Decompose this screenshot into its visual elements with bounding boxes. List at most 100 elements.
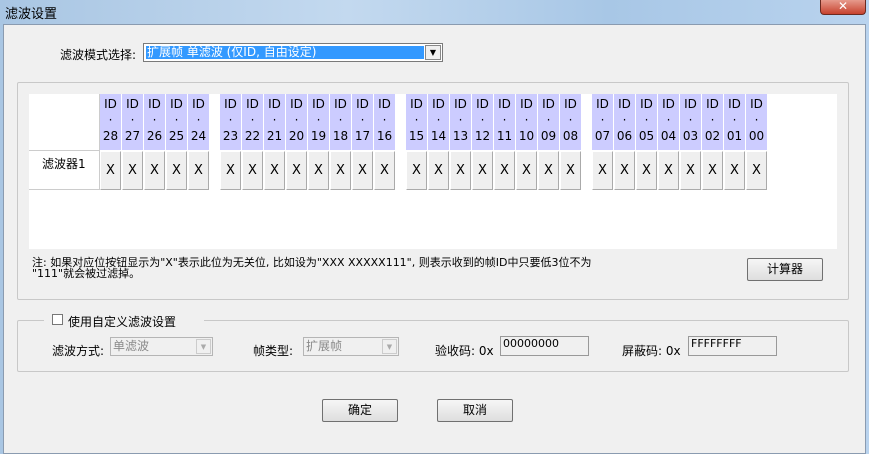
bit-prefix: ID xyxy=(618,97,631,111)
bit-number: 17 xyxy=(354,129,371,143)
bit-prefix: ID xyxy=(728,97,741,111)
bit-prefix: ID xyxy=(432,97,445,111)
bit-toggle-23[interactable]: X xyxy=(220,151,241,190)
bit-prefix: ID xyxy=(312,97,325,111)
bit-number: 14 xyxy=(430,129,447,143)
bit-header-17: ID · 17 xyxy=(352,94,373,150)
bit-toggle-12[interactable]: X xyxy=(472,151,493,190)
bit-number: 26 xyxy=(146,129,163,143)
bit-prefix: ID xyxy=(104,97,117,111)
bit-header-10: ID · 10 xyxy=(516,94,537,150)
bit-prefix: ID xyxy=(564,97,577,111)
bit-toggle-19[interactable]: X xyxy=(308,151,329,190)
bit-prefix: ID xyxy=(706,97,719,111)
bit-toggle-21[interactable]: X xyxy=(264,151,285,190)
custom-filter-label: 使用自定义滤波设置 xyxy=(68,315,177,329)
bit-prefix: ID xyxy=(410,97,423,111)
bit-toggle-09[interactable]: X xyxy=(538,151,559,190)
bit-header-14: ID · 14 xyxy=(428,94,449,150)
bit-number: 04 xyxy=(660,129,677,143)
calculator-button[interactable]: 计算器 xyxy=(747,258,823,281)
bit-toggle-27[interactable]: X xyxy=(122,151,143,190)
bit-number: 23 xyxy=(222,129,239,143)
bit-prefix: ID xyxy=(224,97,237,111)
mask-code-input[interactable]: FFFFFFFF xyxy=(688,336,777,356)
bit-prefix: ID xyxy=(640,97,653,111)
bit-toggle-26[interactable]: X xyxy=(144,151,165,190)
bit-toggle-16[interactable]: X xyxy=(374,151,395,190)
bit-prefix: ID xyxy=(126,97,139,111)
bit-prefix: ID xyxy=(356,97,369,111)
bit-toggle-17[interactable]: X xyxy=(352,151,373,190)
frame-type-label: 帧类型: xyxy=(253,344,294,358)
chevron-down-icon: ▼ xyxy=(196,339,211,354)
filter-type-label: 滤波方式: xyxy=(52,344,105,358)
bit-prefix: ID xyxy=(476,97,489,111)
filter-type-select[interactable]: 单滤波 ▼ xyxy=(110,337,213,356)
bit-toggle-07[interactable]: X xyxy=(592,151,613,190)
bit-toggle-18[interactable]: X xyxy=(330,151,351,190)
bit-header-09: ID · 09 xyxy=(538,94,559,150)
custom-filter-checkbox[interactable] xyxy=(52,314,63,325)
filter-mode-select[interactable]: 扩展帧 单滤波 (仅ID, 自由设定) ▼ xyxy=(143,43,443,62)
bit-toggle-24[interactable]: X xyxy=(188,151,209,190)
row-label-filter1: 滤波器1 xyxy=(42,157,86,171)
cancel-button[interactable]: 取消 xyxy=(437,399,513,422)
bit-prefix: ID xyxy=(148,97,161,111)
bit-toggle-13[interactable]: X xyxy=(450,151,471,190)
bit-header-03: ID · 03 xyxy=(680,94,701,150)
bit-toggle-00[interactable]: X xyxy=(746,151,767,190)
bit-toggle-02[interactable]: X xyxy=(702,151,723,190)
bit-number: 25 xyxy=(168,129,185,143)
bit-toggle-11[interactable]: X xyxy=(494,151,515,190)
bit-header-18: ID · 18 xyxy=(330,94,351,150)
bit-prefix: ID xyxy=(750,97,763,111)
bit-header-01: ID · 01 xyxy=(724,94,745,150)
bit-prefix: ID xyxy=(520,97,533,111)
bit-header-02: ID · 02 xyxy=(702,94,723,150)
bit-toggle-14[interactable]: X xyxy=(428,151,449,190)
bit-prefix: ID xyxy=(542,97,555,111)
bit-number: 10 xyxy=(518,129,535,143)
bit-toggle-22[interactable]: X xyxy=(242,151,263,190)
bit-toggle-05[interactable]: X xyxy=(636,151,657,190)
filter-mode-value: 扩展帧 单滤波 (仅ID, 自由设定) xyxy=(146,46,424,59)
bit-header-04: ID · 04 xyxy=(658,94,679,150)
close-icon: ✕ xyxy=(837,0,849,13)
ok-button[interactable]: 确定 xyxy=(322,399,398,422)
bit-toggle-25[interactable]: X xyxy=(166,151,187,190)
mask-code-label: 屏蔽码: 0x xyxy=(622,344,681,358)
bit-toggle-06[interactable]: X xyxy=(614,151,635,190)
bit-toggle-08[interactable]: X xyxy=(560,151,581,190)
bit-header-23: ID · 23 xyxy=(220,94,241,150)
bit-number: 22 xyxy=(244,129,261,143)
bit-toggle-04[interactable]: X xyxy=(658,151,679,190)
bit-number: 02 xyxy=(704,129,721,143)
bit-toggle-10[interactable]: X xyxy=(516,151,537,190)
bit-header-27: ID · 27 xyxy=(122,94,143,150)
bit-prefix: ID xyxy=(268,97,281,111)
bit-header-21: ID · 21 xyxy=(264,94,285,150)
bit-number: 16 xyxy=(376,129,393,143)
bit-number: 08 xyxy=(562,129,579,143)
bit-prefix: ID xyxy=(662,97,675,111)
bit-toggle-15[interactable]: X xyxy=(406,151,427,190)
bit-number: 12 xyxy=(474,129,491,143)
acceptance-code-input[interactable]: 00000000 xyxy=(500,336,589,356)
bit-toggle-20[interactable]: X xyxy=(286,151,307,190)
bit-toggle-03[interactable]: X xyxy=(680,151,701,190)
bit-header-28: ID · 28 xyxy=(100,94,121,150)
chevron-down-icon[interactable]: ▼ xyxy=(425,45,441,60)
bit-number: 19 xyxy=(310,129,327,143)
bit-header-06: ID · 06 xyxy=(614,94,635,150)
bit-header-13: ID · 13 xyxy=(450,94,471,150)
close-button[interactable]: ✕ xyxy=(820,0,866,15)
bit-toggle-01[interactable]: X xyxy=(724,151,745,190)
frame-type-select[interactable]: 扩展帧 ▼ xyxy=(303,337,399,356)
bit-toggle-28[interactable]: X xyxy=(100,151,121,190)
bit-number: 05 xyxy=(638,129,655,143)
bit-header-26: ID · 26 xyxy=(144,94,165,150)
bit-header-25: ID · 25 xyxy=(166,94,187,150)
bit-number: 11 xyxy=(496,129,513,143)
filter-mode-label: 滤波模式选择: xyxy=(60,48,137,62)
